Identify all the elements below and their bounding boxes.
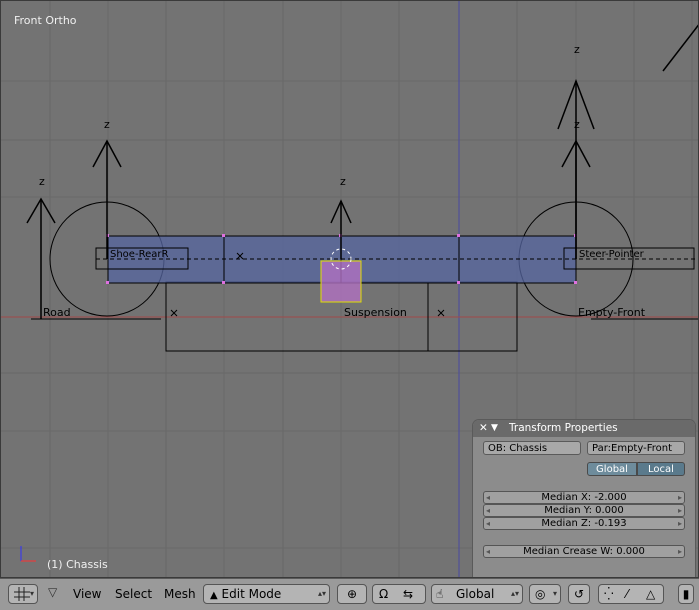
axis-label: z [574,118,580,131]
axis-label: z [340,175,346,188]
grid-icon [14,587,30,601]
axis-label: z [104,118,110,131]
draw-type-button[interactable]: ⊕ [337,584,367,604]
axis-label: z [39,175,45,188]
editor-type-button[interactable]: ▾ [8,584,38,604]
lock-icon: ▮ [682,587,690,601]
menu-view[interactable]: View [73,587,101,601]
manipulator-icon: ⇆ [403,587,414,601]
collapse-icon[interactable]: ▼ [491,420,498,437]
target-icon: ◎ [535,587,546,601]
median-y-field[interactable]: ◂ Median Y: 0.000 ▸ [483,504,685,517]
vertex-select-icon[interactable]: ⁛ [604,585,614,603]
median-z-field[interactable]: ◂ Median Z: -0.193 ▸ [483,517,685,530]
axis-label: z [574,43,580,56]
transform-properties-panel: ✕ ▼ Transform Properties OB: Chassis Par… [473,420,695,577]
median-x-field[interactable]: ◂ Median X: -2.000 ▸ [483,491,685,504]
edge-select-icon[interactable]: ⁄ [626,585,628,603]
edit-mode-icon: ▲ [210,590,218,601]
object-label-road: Road [43,306,71,319]
view-name: Front Ortho [14,14,77,27]
status-text: (1) Chassis [47,558,108,571]
face-select-icon[interactable]: △ [646,585,655,603]
magnet-icon: Ω [379,587,389,601]
median-crease-field[interactable]: ◂ Median Crease W: 0.000 ▸ [483,545,685,558]
lock-button[interactable]: ▮ [678,584,694,604]
menu-select[interactable]: Select [115,587,152,601]
local-toggle[interactable]: Local [637,462,685,476]
proportional-edit-button[interactable]: ◎ ▾ [529,584,561,604]
panel-titlebar[interactable]: ✕ ▼ Transform Properties [473,420,695,437]
snap-icon: ↺ [573,587,585,601]
select-mode-group[interactable]: ⁛ ⁄ △ [598,584,664,604]
3d-viewport[interactable]: Front Ortho (1) Chassis z z z z z Road S… [0,0,699,578]
pivot-button[interactable]: Ω ⇆ [372,584,426,604]
object-label-steer: Steer-Pointer [579,249,644,260]
orientation-selector[interactable]: ☝ Global ▴▾ [431,584,523,604]
close-icon[interactable]: ✕ [479,420,488,437]
panel-title: Transform Properties [509,422,618,434]
3d-view-header: ▾ ▽ View Select Mesh ▲ Edit Mode ▴▾ ⊕ Ω … [0,578,699,610]
parent-field[interactable]: Par:Empty-Front [587,441,685,455]
menu-mesh[interactable]: Mesh [164,587,196,601]
snap-button[interactable]: ↺ [568,584,590,604]
hand-icon: ☝ [436,587,444,601]
shading-icon: ⊕ [346,587,358,601]
object-label-empty-front: Empty-Front [578,306,646,319]
global-toggle[interactable]: Global [587,462,637,476]
object-label-shoe: Shoe-RearR [110,249,169,260]
menu-collapse-icon[interactable]: ▽ [48,585,57,599]
object-name-field[interactable]: OB: Chassis [483,441,581,455]
mode-selector[interactable]: ▲ Edit Mode ▴▾ [203,584,330,604]
object-label-suspension: Suspension [344,306,407,319]
